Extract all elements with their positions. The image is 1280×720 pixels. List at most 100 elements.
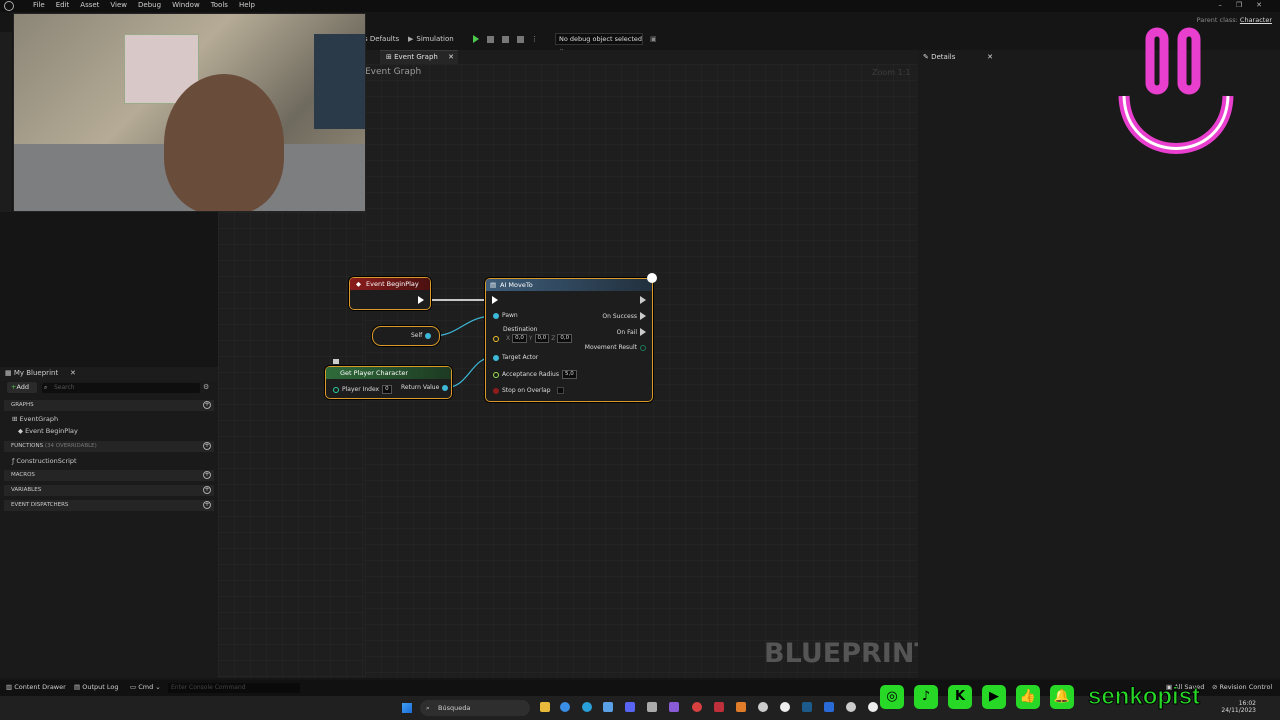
vector-pin-icon: [493, 335, 499, 342]
tree-item-label: Event BeginPlay: [25, 427, 78, 435]
node-title: Event BeginPlay: [366, 280, 419, 288]
self-output-pin[interactable]: [425, 333, 431, 339]
menu-file[interactable]: File: [33, 1, 45, 9]
node-self[interactable]: Self: [372, 326, 440, 346]
file-explorer-icon[interactable]: [540, 702, 550, 712]
app-red-icon[interactable]: [714, 702, 724, 712]
app-blue-icon[interactable]: [824, 702, 834, 712]
pawn-pin[interactable]: Pawn: [493, 312, 518, 319]
content-drawer-button[interactable]: ▥ Content Drawer: [6, 683, 66, 691]
menu-debug[interactable]: Debug: [138, 1, 161, 9]
acceptance-radius-value[interactable]: 5,0: [561, 370, 577, 379]
like-icon: 👍: [1016, 685, 1040, 709]
add-graph-icon[interactable]: +: [203, 401, 211, 409]
on-success-pin[interactable]: On Success: [602, 312, 646, 320]
section-graphs[interactable]: GRAPHS +: [4, 400, 214, 411]
section-functions[interactable]: FUNCTIONS (34 OVERRIDABLE) +: [4, 441, 214, 452]
add-dispatcher-icon[interactable]: +: [203, 501, 211, 509]
destination-pin[interactable]: Destination X 0,0 Y 0,0 Z 0,0: [493, 326, 573, 343]
destination-x[interactable]: 0,0: [512, 334, 527, 343]
bool-pin-icon: [493, 387, 499, 394]
menu-view[interactable]: View: [110, 1, 127, 9]
photos-icon[interactable]: [603, 702, 613, 712]
davinci-icon[interactable]: [692, 702, 702, 712]
menu-tools[interactable]: Tools: [211, 1, 228, 9]
discord-icon[interactable]: [625, 702, 635, 712]
instagram-icon: ◎: [880, 685, 904, 709]
epic-icon[interactable]: [846, 702, 856, 712]
section-macros[interactable]: MACROS +: [4, 470, 214, 481]
output-log-button[interactable]: ▤ Output Log: [74, 683, 118, 691]
menu-edit[interactable]: Edit: [56, 1, 70, 9]
app-icon[interactable]: [647, 702, 657, 712]
pause-icon[interactable]: [517, 35, 524, 43]
stop-on-overlap-checkbox[interactable]: [556, 387, 564, 394]
tree-item-event-begin-play[interactable]: ◆ Event BeginPlay: [18, 427, 78, 435]
return-value-pin[interactable]: Return Value: [401, 384, 449, 391]
class-defaults-button[interactable]: s Defaults: [364, 32, 399, 46]
close-button[interactable]: ✕: [1256, 1, 1262, 9]
edge-icon[interactable]: [582, 702, 592, 712]
taskbar-search[interactable]: ⌕ Búsqueda: [420, 700, 530, 716]
section-event-dispatchers[interactable]: EVENT DISPATCHERS +: [4, 500, 214, 511]
node-event-begin-play[interactable]: ◆ Event BeginPlay: [349, 277, 431, 310]
tab-close-icon[interactable]: ✕: [987, 50, 993, 64]
tab-close-icon[interactable]: ✕: [70, 367, 76, 379]
blueprint-search-input[interactable]: ⌕ Search: [42, 383, 200, 393]
stop-icon[interactable]: [502, 35, 509, 43]
acceptance-radius-pin[interactable]: Acceptance Radius 5,0: [493, 370, 577, 379]
tree-item-eventgraph[interactable]: ⊞ EventGraph: [12, 415, 58, 423]
graph-canvas-extension[interactable]: [218, 212, 365, 678]
object-pin-icon: [442, 384, 449, 391]
taskbar-search-label: Búsqueda: [438, 704, 471, 712]
menu-window[interactable]: Window: [172, 1, 200, 9]
more-options-icon[interactable]: ⋮: [531, 35, 538, 43]
stop-on-overlap-pin[interactable]: Stop on Overlap: [493, 387, 564, 394]
gear-icon[interactable]: ⚙: [203, 383, 209, 391]
menu-asset[interactable]: Asset: [80, 1, 99, 9]
step-icon[interactable]: [487, 35, 494, 43]
section-variables[interactable]: VARIABLES +: [4, 485, 214, 496]
add-function-icon[interactable]: +: [203, 442, 211, 450]
on-fail-pin[interactable]: On Fail: [617, 328, 646, 336]
steam-icon[interactable]: [802, 702, 812, 712]
add-button[interactable]: +Add: [7, 382, 37, 393]
console-command-input[interactable]: Enter Console Command: [168, 683, 300, 693]
debug-browse-icon[interactable]: ▣: [650, 32, 657, 46]
unreal-icon[interactable]: [780, 702, 790, 712]
movement-result-pin[interactable]: Movement Result: [585, 344, 646, 351]
add-variable-icon[interactable]: +: [203, 486, 211, 494]
obs-icon[interactable]: [758, 702, 768, 712]
tab-close-icon[interactable]: ✕: [448, 51, 454, 64]
exec-input-pin[interactable]: [492, 296, 498, 304]
tab-details[interactable]: ✎ Details ✕: [920, 50, 996, 64]
tree-item-construction-script[interactable]: ƒ ConstructionScript: [12, 457, 77, 465]
destination-y[interactable]: 0,0: [534, 334, 550, 343]
add-macro-icon[interactable]: +: [203, 471, 211, 479]
player-index-pin[interactable]: Player Index 0: [333, 385, 392, 394]
maximize-button[interactable]: ❐: [1236, 1, 1242, 9]
play-icon[interactable]: [473, 35, 479, 43]
unreal-editor-icon[interactable]: [868, 702, 878, 712]
node-get-player-character[interactable]: Get Player Character Player Index 0 Retu…: [325, 366, 452, 399]
visual-studio-icon[interactable]: [669, 702, 679, 712]
destination-z[interactable]: 0,0: [557, 334, 573, 343]
simulation-button[interactable]: ▶ Simulation: [408, 32, 454, 46]
exec-output-pin[interactable]: [640, 296, 646, 304]
chrome-icon[interactable]: [560, 702, 570, 712]
object-pin-icon: [493, 354, 499, 361]
player-index-value[interactable]: 0: [382, 385, 392, 394]
menu-help[interactable]: Help: [239, 1, 255, 9]
debug-object-select[interactable]: No debug object selected ⌄: [555, 33, 643, 53]
blender-icon[interactable]: [736, 702, 746, 712]
windows-start-icon[interactable]: [402, 703, 412, 713]
cmd-dropdown[interactable]: ▭ Cmd ⌄: [130, 683, 161, 691]
my-blueprint-tab[interactable]: ▦ My Blueprint ✕: [0, 367, 218, 381]
target-actor-pin[interactable]: Target Actor: [493, 354, 538, 361]
tab-event-graph[interactable]: ⊞ Event Graph ✕: [380, 50, 458, 64]
parent-class-link[interactable]: Character: [1240, 16, 1272, 24]
node-ai-move-to[interactable]: ▤ AI MoveTo Pawn Destination X 0,0 Y 0,0 Z…: [485, 273, 657, 402]
minimize-button[interactable]: –: [1218, 1, 1222, 9]
exec-output-pin[interactable]: [418, 296, 424, 304]
pin-label: On Success: [602, 312, 637, 320]
